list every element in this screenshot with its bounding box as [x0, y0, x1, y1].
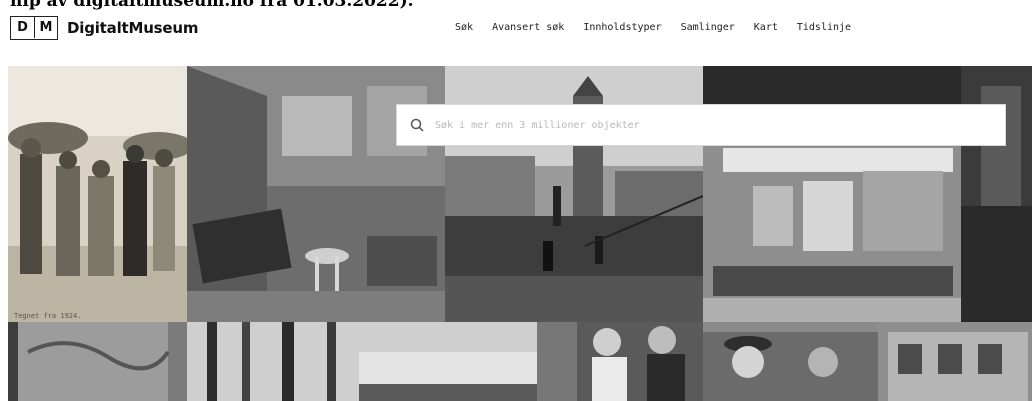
logo-letter-m: M — [34, 17, 57, 38]
photo-tile-log-cabin-people[interactable] — [537, 322, 703, 401]
logo-wordmark: DigitaltMuseum — [67, 19, 199, 37]
photo-tile-snow-field[interactable] — [359, 322, 537, 401]
logo-link[interactable]: D M DigitaltMuseum — [10, 16, 198, 40]
nav-item-innholdstyper[interactable]: Innholdstyper — [583, 22, 661, 33]
photo-tile-men-portrait[interactable] — [703, 322, 878, 401]
photo-tile-group-outdoors[interactable] — [8, 66, 187, 322]
photo-tile-forest[interactable] — [187, 322, 359, 401]
logo-mark: D M — [10, 16, 58, 40]
photo-caption: Tegnet fra 1924. — [14, 312, 82, 320]
nav-item-samlinger[interactable]: Samlinger — [681, 22, 735, 33]
photo-tile-wooden-wall[interactable] — [8, 322, 187, 401]
search-input[interactable] — [435, 119, 975, 131]
logo-letter-d: D — [17, 20, 28, 35]
search-bar[interactable] — [396, 104, 1006, 146]
photo-tile-train-car[interactable] — [878, 322, 1032, 401]
search-icon[interactable] — [409, 117, 425, 133]
site-header: D M DigitaltMuseum Søk Avansert søk Innh… — [0, 0, 1032, 64]
nav-item-kart[interactable]: Kart — [754, 22, 778, 33]
nav-item-tidslinje[interactable]: Tidslinje — [797, 22, 851, 33]
nav-item-avansert-sok[interactable]: Avansert søk — [492, 22, 564, 33]
nav-item-sok[interactable]: Søk — [455, 22, 473, 33]
main-nav: Søk Avansert søk Innholdstyper Samlinger… — [455, 22, 851, 33]
